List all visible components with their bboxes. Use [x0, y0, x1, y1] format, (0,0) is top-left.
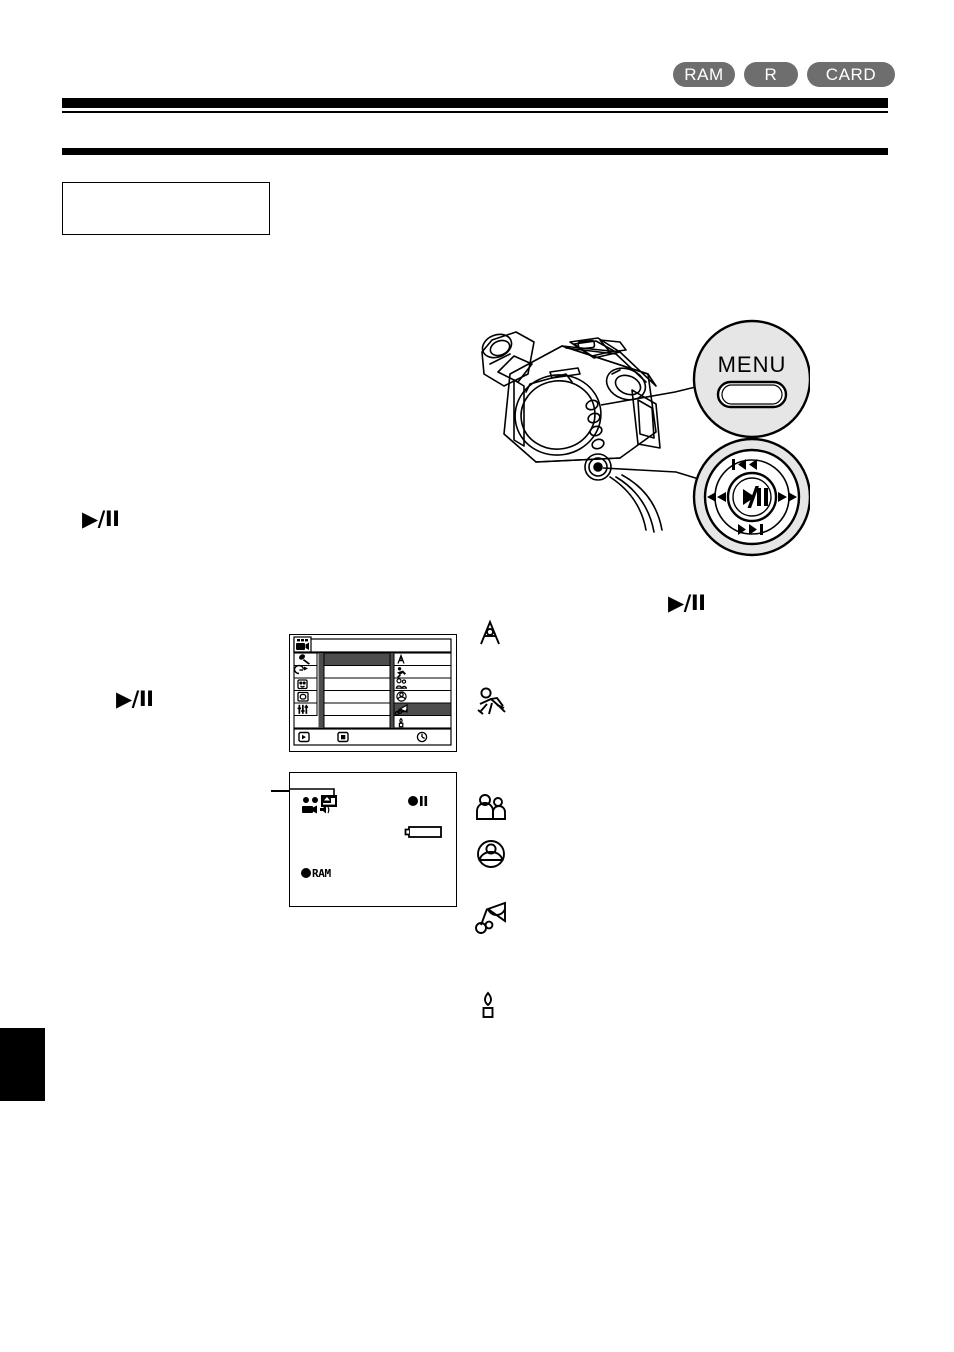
header-rule-thin: [62, 111, 888, 113]
camcorder-icon: [296, 639, 309, 650]
menu-scroll-bar-right: [390, 653, 394, 728]
menu-button-callout: MENU: [692, 319, 810, 439]
menu-bottom-bar: [293, 728, 452, 746]
scene-mode-icon-list: [475, 618, 521, 1028]
section-rule: [62, 148, 888, 155]
page-edge-tab: [0, 1028, 45, 1101]
camera-icon: [302, 805, 317, 814]
camcorder-menu-screen[interactable]: [289, 634, 457, 752]
navigation-ring-callout: [692, 437, 810, 557]
callout-leader-line: [271, 790, 289, 792]
media-badge-group: RAM R CARD: [673, 62, 895, 87]
badge-ram: RAM: [673, 62, 735, 87]
badge-r: R: [744, 62, 798, 87]
note-box: [62, 182, 270, 235]
stop-icon: [337, 731, 349, 743]
svg-text:RAM: RAM: [312, 867, 331, 880]
low-light-mode-icon: [482, 991, 494, 1018]
scene-mode-icon: [321, 795, 337, 807]
camcorder-status-screen: RAM: [289, 772, 457, 907]
svg-text:MENU: MENU: [718, 352, 787, 377]
camcorder-illustration: MENU: [470, 312, 810, 562]
step-marker-3: ▶/II: [668, 591, 706, 615]
spotlight-mode-icon: [477, 840, 505, 868]
settings-sliders-icon: [297, 704, 309, 714]
portrait-mode-icon: [476, 794, 506, 820]
menu-row-highlight-left: [323, 652, 391, 666]
sports-mode-icon: [477, 687, 506, 715]
disc-icon: [312, 797, 318, 803]
menu-tab-row: [293, 636, 452, 653]
play-icon: [298, 731, 310, 743]
badge-card: CARD: [807, 62, 895, 87]
step-marker-2: ▶/II: [116, 687, 154, 711]
sand-snow-mode-icon: [475, 901, 506, 934]
menu-scroll-bar-left: [318, 653, 324, 728]
header-rule-thick: [62, 98, 888, 108]
disc-icon: [303, 797, 309, 803]
auto-mode-icon: [480, 619, 500, 645]
step-marker-1: ▶/II: [82, 507, 120, 531]
